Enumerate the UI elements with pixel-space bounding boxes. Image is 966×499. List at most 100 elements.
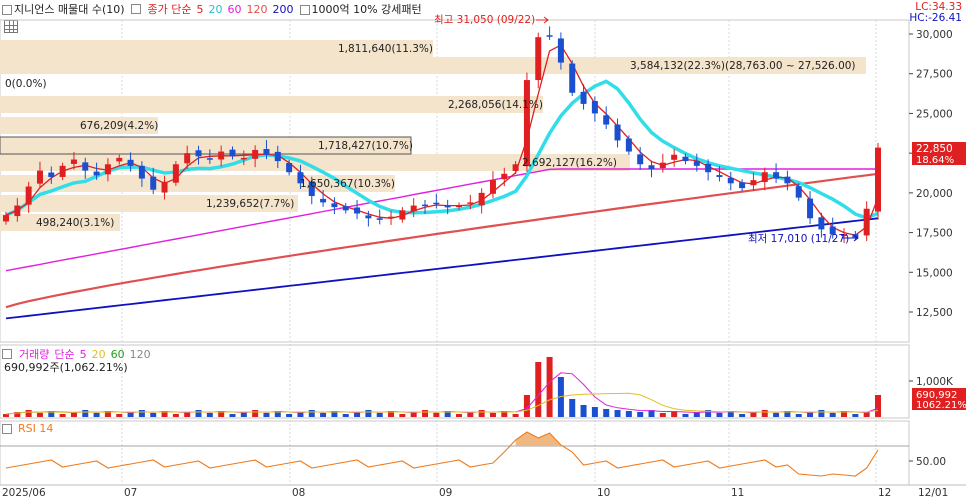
volume-bar	[739, 414, 746, 417]
volume-bar	[614, 410, 621, 417]
candle	[671, 154, 678, 160]
volume-bar	[229, 414, 236, 417]
chart-canvas[interactable]: 30,00027,50025,00022,50020,00017,50015,0…	[0, 0, 966, 499]
candle	[342, 206, 349, 211]
candle	[116, 157, 123, 162]
high-annotation: 최고 31,050 (09/22)	[434, 14, 535, 26]
x-axis-label: 09	[439, 487, 452, 499]
volume-profile-label: 2,268,056(14.1%)	[448, 99, 543, 111]
volume-bar	[761, 410, 768, 417]
volume-bars	[3, 357, 881, 417]
chart-window: 지니언스 매물대 수(10) 종가 단순 5 20 60 120 200 100…	[0, 0, 966, 499]
candle	[365, 215, 372, 219]
x-axis-label: 07	[124, 487, 137, 499]
candle	[727, 177, 734, 184]
rsi-overbought-area	[515, 432, 561, 446]
x-axis-label: 08	[292, 487, 305, 499]
volume-profile-label: 1,650,367(10.3%)	[300, 178, 395, 190]
volume-bar	[512, 414, 519, 417]
volume-bar	[682, 414, 689, 417]
volume-ma-line	[5, 372, 879, 415]
volume-bar	[195, 410, 202, 417]
candle	[535, 37, 542, 81]
candle	[229, 149, 236, 157]
candle	[750, 180, 757, 186]
volume-profile-label: 676,209(4.2%)	[80, 120, 158, 132]
volume-profile-label: 0(0.0%)	[5, 78, 47, 90]
candle	[875, 147, 881, 212]
candle	[82, 162, 89, 171]
volume-profile-label: 2,692,127(16.2%)	[522, 157, 617, 169]
price-tick-label: 12,500	[916, 307, 953, 319]
candle	[93, 171, 100, 176]
candle	[512, 164, 519, 171]
candle	[274, 151, 281, 162]
volume-bar	[365, 410, 372, 417]
candle	[138, 165, 145, 179]
x-axis-label: 11	[731, 487, 744, 499]
x-axis-label: 12	[878, 487, 891, 499]
candle	[376, 218, 383, 220]
price-tick-label: 27,500	[916, 69, 953, 81]
candle	[467, 202, 474, 204]
price-axis: 30,00027,50025,00022,50020,00017,50015,0…	[909, 29, 953, 319]
candle	[761, 172, 768, 183]
x-axis-label: 10	[597, 487, 610, 499]
volume-bar	[308, 410, 315, 417]
candle	[422, 204, 429, 207]
candle	[218, 151, 225, 160]
candle	[682, 156, 689, 162]
candle	[70, 159, 77, 164]
candle	[444, 205, 451, 208]
volume-bar	[252, 410, 259, 417]
volume-bar	[93, 413, 100, 417]
candle	[320, 198, 327, 203]
volume-bar	[489, 413, 496, 417]
volume-bar	[150, 413, 157, 417]
candle	[705, 163, 712, 173]
candle	[59, 165, 66, 177]
volume-bar	[82, 410, 89, 417]
candle	[773, 172, 780, 179]
volume-bar	[25, 410, 32, 417]
candle	[795, 186, 802, 198]
volume-profile-label: 498,240(3.1%)	[36, 217, 114, 229]
x-axis-label: 12/01	[918, 487, 948, 499]
volume-ma-period: 120	[129, 347, 151, 361]
candle	[36, 170, 43, 184]
volume-bar	[286, 414, 293, 417]
volume-bar	[716, 413, 723, 417]
candle	[455, 205, 462, 208]
rsi-title[interactable]: RSI 14	[18, 422, 53, 435]
candle	[14, 205, 21, 217]
candle	[614, 124, 621, 141]
volume-ma20-line	[5, 392, 879, 415]
high-arrow-icon	[536, 16, 549, 24]
rsi-panel	[0, 420, 910, 486]
volume-bar	[36, 413, 43, 417]
volume-bar	[399, 414, 406, 417]
candle	[523, 80, 530, 167]
volume-bar	[875, 395, 881, 417]
candle	[716, 175, 723, 177]
candle	[625, 138, 632, 152]
volume-bar	[591, 407, 598, 417]
volume-profile-label: 1,718,427(10.7%)	[318, 140, 413, 152]
volume-profile-label: 3,584,132(22.3%)(28,763.00 ~ 27,526.00)	[630, 60, 856, 72]
candle	[501, 173, 508, 180]
volume-bar	[59, 414, 66, 417]
volume-current-pct: 1062.21%	[916, 400, 966, 411]
candle	[104, 164, 111, 175]
volume-bar	[172, 414, 179, 417]
x-axis: 2025/06 07 08 09 10 11 12 12/01	[2, 487, 948, 499]
candle	[184, 153, 191, 164]
candle	[331, 203, 338, 208]
price-tick-label: 25,000	[916, 108, 953, 120]
candle	[161, 181, 168, 193]
volume-summary: 690,992주(1,062.21%)	[4, 361, 128, 374]
candle	[693, 161, 700, 166]
price-tick-label: 30,000	[916, 29, 953, 41]
volume-bar	[535, 362, 542, 417]
candle	[591, 101, 598, 114]
volume-bar	[376, 413, 383, 417]
